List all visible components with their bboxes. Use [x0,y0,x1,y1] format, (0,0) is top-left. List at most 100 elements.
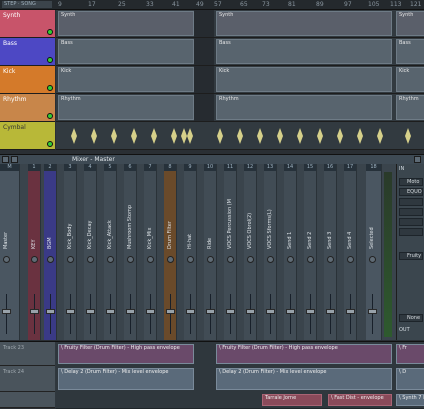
mixer-strip-5[interactable]: 5 Kick_Attack [104,164,117,340]
volume-fader-handle[interactable] [326,309,335,314]
pan-knob[interactable] [369,256,376,263]
mixer-strip-7[interactable]: 7 Kick_Mix [144,164,157,340]
volume-fader-track[interactable] [150,294,151,334]
volume-fader-handle[interactable] [286,309,295,314]
pattern-clip[interactable]: Bass [58,39,194,64]
pattern-clip[interactable]: Synth [58,11,194,36]
track-active-led[interactable] [47,141,53,147]
pattern-clip[interactable]: Kick [216,67,392,92]
track-header-bass[interactable]: Bass [0,38,55,66]
effect-slot-2[interactable]: EQUO [399,188,423,196]
automation-clip[interactable]: \ Fr [396,344,424,364]
pan-knob[interactable] [207,256,214,263]
pattern-clip[interactable]: Synth [216,11,392,36]
automation-clip[interactable]: Tarrale Jorne [262,394,322,406]
lane-kick[interactable]: Kick Kick Kick [56,66,424,94]
volume-fader-track[interactable] [6,294,7,334]
automation-lane[interactable]: \ Delay 2 (Drum Filter) - Mix level enve… [56,366,424,393]
pattern-clip[interactable]: Bass [396,39,424,64]
pan-knob[interactable] [247,256,254,263]
pan-knob[interactable] [147,256,154,263]
volume-fader-track[interactable] [170,294,171,334]
automation-clip[interactable]: \ Delay 2 (Drum Filter) - Mix level enve… [216,368,392,390]
close-icon[interactable] [414,156,421,163]
timeline-ruler[interactable]: STEP · SONG 9 17 25 33 41 49 57 65 73 81… [0,0,424,10]
mixer-pin-button[interactable] [11,156,18,163]
lane-synth[interactable]: Synth Synth Synth [56,10,424,38]
output-select[interactable]: None [399,314,423,322]
pan-knob[interactable] [3,256,10,263]
volume-fader-track[interactable] [230,294,231,334]
volume-fader-handle[interactable] [306,309,315,314]
volume-fader-handle[interactable] [346,309,355,314]
volume-fader-track[interactable] [190,294,191,334]
mixer-strip-4[interactable]: 4 Kick_Decay [84,164,97,340]
effect-slot-1[interactable]: Moto [399,178,423,186]
mixer-strip-16[interactable]: 16 Send 3 [324,164,337,340]
volume-fader-handle[interactable] [2,309,11,314]
automation-clip[interactable]: \ D [396,368,424,390]
track-header-kick[interactable]: Kick [0,66,55,94]
mixer-strip-2[interactable]: 2 BGM [44,164,57,340]
mode-display[interactable]: STEP · SONG [2,1,52,8]
volume-fader-handle[interactable] [206,309,215,314]
volume-fader-track[interactable] [210,294,211,334]
track-active-led[interactable] [47,113,53,119]
mixer-strip-14[interactable]: 14 Send 1 [284,164,297,340]
track-active-led[interactable] [47,85,53,91]
pan-knob[interactable] [227,256,234,263]
pattern-clip[interactable]: Rhythm [396,95,424,120]
automation-clip[interactable]: \ Fruity Filter (Drum Filter) - High pas… [216,344,392,364]
track-active-led[interactable] [47,57,53,63]
pan-knob[interactable] [187,256,194,263]
pan-knob[interactable] [127,256,134,263]
pattern-clip[interactable]: Synth [396,11,424,36]
volume-fader-track[interactable] [130,294,131,334]
volume-fader-handle[interactable] [146,309,155,314]
volume-fader-track[interactable] [270,294,271,334]
pattern-clip[interactable]: Rhythm [58,95,194,120]
mixer-menu-button[interactable] [2,156,9,163]
mixer-strip-15[interactable]: 15 Send 2 [304,164,317,340]
volume-fader-handle[interactable] [246,309,255,314]
volume-fader-track[interactable] [290,294,291,334]
pan-knob[interactable] [107,256,114,263]
volume-fader-track[interactable] [350,294,351,334]
pan-knob[interactable] [267,256,274,263]
volume-fader-track[interactable] [50,294,51,334]
mixer-strip-17[interactable]: 17 Send 4 [344,164,357,340]
track-header-cymbal[interactable]: Cymbal [0,122,55,150]
volume-fader-track[interactable] [250,294,251,334]
automation-track-header[interactable] [0,392,55,408]
effect-slot-6[interactable] [399,228,423,236]
mixer-strip-12[interactable]: 12 VOCS Obrol(2) [244,164,257,340]
volume-fader-handle[interactable] [126,309,135,314]
track-active-led[interactable] [47,29,53,35]
volume-fader-handle[interactable] [226,309,235,314]
volume-fader-handle[interactable] [166,309,175,314]
lane-cymbal[interactable] [56,122,424,150]
volume-fader-track[interactable] [34,294,35,334]
volume-fader-track[interactable] [70,294,71,334]
volume-fader-handle[interactable] [66,309,75,314]
automation-clip[interactable]: \ Fruity Filter (Drum Filter) - High pas… [58,344,194,364]
track-header-rhythm[interactable]: Rhythm [0,94,55,122]
volume-fader-track[interactable] [90,294,91,334]
mixer-strip-13[interactable]: 13 VOCS Sforms(L) [264,164,277,340]
effect-slot-4[interactable] [399,208,423,216]
effect-slot-3[interactable] [399,198,423,206]
pan-knob[interactable] [327,256,334,263]
automation-clip[interactable]: \ Fast Dist - envelope [328,394,392,406]
automation-track-header[interactable]: Track 24 [0,366,55,392]
mixer-strip-master[interactable]: M Master [0,164,20,340]
track-header-synth[interactable]: Synth [0,10,55,38]
pan-knob[interactable] [287,256,294,263]
mixer-strip-6[interactable]: 6 Mushroom Stomp [124,164,137,340]
volume-fader-track[interactable] [330,294,331,334]
automation-lane[interactable]: \ Fruity Filter (Drum Filter) - High pas… [56,342,424,367]
volume-fader-handle[interactable] [46,309,55,314]
volume-fader-handle[interactable] [106,309,115,314]
mixer-strip-9[interactable]: 9 Hi-hat [184,164,197,340]
effect-slot-5[interactable] [399,218,423,226]
mixer-strip-10[interactable]: 10 Ride [204,164,217,340]
